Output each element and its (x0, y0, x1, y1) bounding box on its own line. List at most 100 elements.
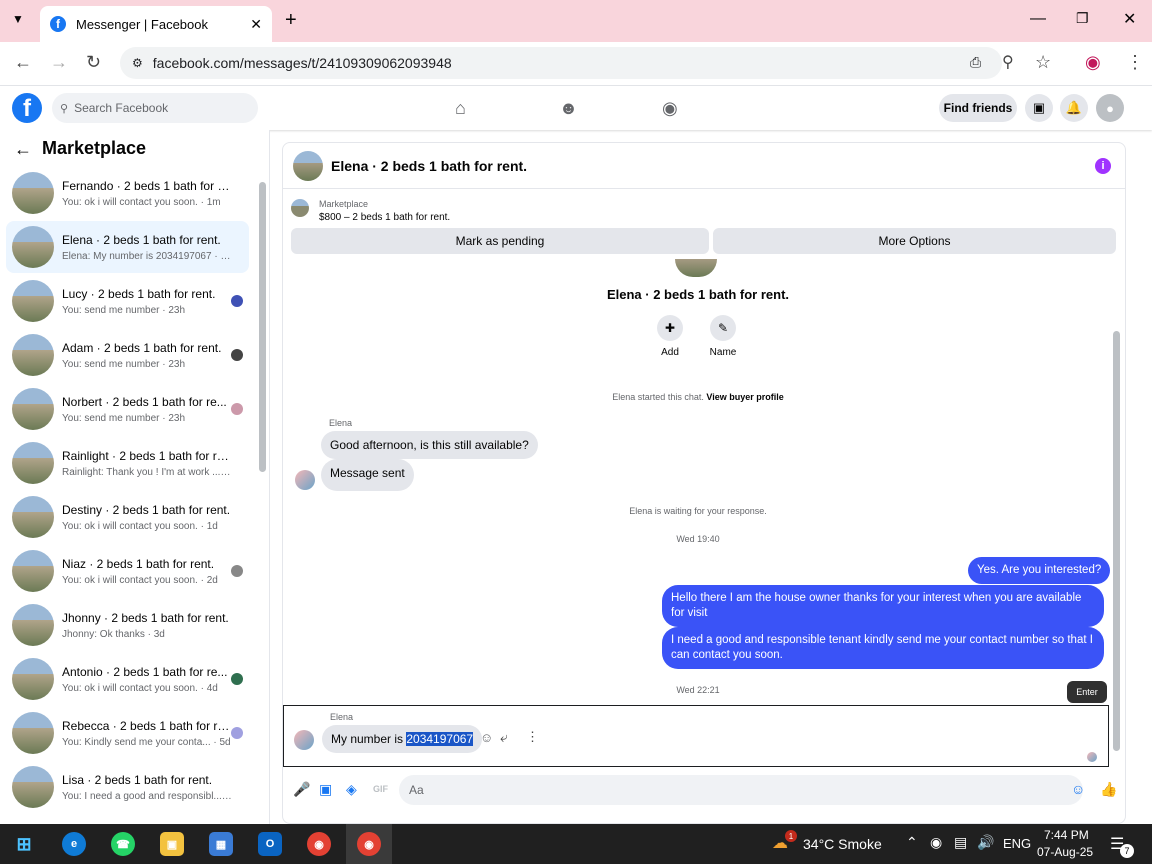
forward-arrow-icon[interactable]: → (50, 52, 68, 73)
find-friends-button[interactable]: Find friends (939, 94, 1017, 122)
restore-icon[interactable]: ❐ (1076, 10, 1089, 27)
install-app-icon[interactable]: ⎙ (970, 54, 981, 71)
facebook-logo-icon[interactable]: f (12, 93, 42, 123)
chrome-icon[interactable]: ◉ (307, 832, 331, 856)
address-bar[interactable]: ⚙ facebook.com/messages/t/24109309062093… (120, 47, 1002, 79)
notification-count-badge: 7 (1120, 844, 1134, 858)
chat-scrollbar[interactable] (1113, 331, 1120, 751)
conversation-text: Niaz · 2 beds 1 bath for rent. You: ok i … (62, 557, 232, 586)
file-explorer-icon[interactable]: ▣ (160, 832, 184, 856)
outgoing-message[interactable]: Hello there I am the house owner thanks … (662, 585, 1104, 627)
view-buyer-profile-link[interactable]: View buyer profile (706, 392, 783, 402)
conversation-name: Antonio · 2 beds 1 bath for re... (62, 664, 228, 679)
listing-title[interactable]: $800 – 2 beds 1 bath for rent. (319, 212, 450, 223)
browser-menu-icon[interactable]: ⋮ (1126, 52, 1144, 73)
chat-header: Elena · 2 beds 1 bath for rent. i (283, 143, 1125, 189)
conversation-item[interactable]: Adam · 2 beds 1 bath for rent. You: send … (6, 329, 249, 381)
info-icon[interactable]: i (1095, 158, 1111, 174)
conversation-item[interactable]: Lucy · 2 beds 1 bath for rent. You: send … (6, 275, 249, 327)
microphone-icon[interactable]: 🎤 (293, 781, 310, 798)
browser-tab-bar: ▼ f Messenger | Facebook ✕ + — ❐ ✕ (0, 0, 1152, 42)
show-hidden-icons-chevron[interactable]: ⌃ (906, 834, 918, 851)
windows-start-icon[interactable]: ⊞ (12, 832, 36, 856)
thumbs-up-icon[interactable]: 👍 (1100, 781, 1117, 798)
language-indicator[interactable]: ENG (1003, 836, 1031, 851)
back-arrow-icon[interactable]: ← (14, 52, 32, 73)
conversation-item[interactable]: Niaz · 2 beds 1 bath for rent. You: ok i … (6, 545, 249, 597)
conversation-item[interactable]: Antonio · 2 beds 1 bath for re... You: ok… (6, 653, 249, 705)
conversation-item[interactable]: Fernando · 2 beds 1 bath for rent. You: o… (6, 167, 249, 219)
outlook-icon[interactable]: O (258, 832, 282, 856)
minimize-icon[interactable]: — (1030, 10, 1046, 28)
conversation-name: Jhonny · 2 beds 1 bath for rent. (62, 610, 229, 625)
seen-avatar (231, 673, 243, 685)
sender-avatar (295, 470, 315, 490)
selected-phone-number[interactable]: 2034197067 (406, 732, 474, 746)
conversation-item[interactable]: Rebecca · 2 beds 1 bath for re... You: Ki… (6, 707, 249, 759)
volume-icon[interactable]: 🔊 (977, 834, 994, 851)
conversation-text: Rebecca · 2 beds 1 bath for re... You: Ki… (62, 719, 232, 748)
groups-icon[interactable]: ◉ (662, 98, 678, 119)
conversation-item[interactable]: Jhonny · 2 beds 1 bath for rent. Jhonny: … (6, 599, 249, 651)
conversation-item[interactable]: Norbert · 2 beds 1 bath for re... You: se… (6, 383, 249, 435)
tab-close-icon[interactable]: ✕ (250, 16, 262, 33)
outgoing-message[interactable]: Yes. Are you interested? (968, 557, 1111, 584)
conversation-item[interactable]: Destiny · 2 beds 1 bath for rent. You: ok… (6, 491, 249, 543)
weather-text[interactable]: 34°C Smoke (803, 836, 882, 852)
reload-icon[interactable]: ↻ (86, 52, 101, 73)
back-arrow-icon[interactable]: ← (14, 139, 32, 160)
react-emoji-icon[interactable]: ☺ (480, 730, 493, 745)
add-person-icon[interactable]: ✚ (657, 315, 683, 341)
location-icon[interactable]: ◉ (930, 834, 942, 851)
marketplace-sidebar: ← Marketplace Fernando · 2 beds 1 bath f… (0, 130, 270, 824)
network-icon[interactable]: ▤ (954, 834, 967, 851)
incoming-message[interactable]: Message sent (321, 459, 414, 491)
edit-pencil-icon[interactable]: ✎ (710, 315, 736, 341)
conversation-name: Niaz · 2 beds 1 bath for rent. (62, 556, 215, 571)
clock-date[interactable]: 07-Aug-25 (1037, 845, 1093, 859)
gif-icon[interactable]: GIF (373, 784, 388, 794)
photo-icon[interactable]: ▣ (319, 781, 332, 798)
tab-list-chevron-icon[interactable]: ▼ (12, 12, 24, 26)
incoming-message[interactable]: My number is 2034197067 (322, 725, 483, 753)
profile-icon[interactable]: ◉ (1085, 52, 1101, 73)
zoom-icon[interactable]: ⚲ (1002, 52, 1014, 72)
more-options-button[interactable]: More Options (713, 228, 1116, 254)
mark-as-pending-button[interactable]: Mark as pending (291, 228, 709, 254)
microsoft-store-icon[interactable]: ▦ (209, 832, 233, 856)
sticker-icon[interactable]: ◈ (346, 781, 357, 798)
window-close-icon[interactable]: ✕ (1123, 9, 1136, 29)
bookmark-star-icon[interactable]: ☆ (1035, 52, 1051, 73)
sidebar-scrollbar[interactable] (259, 182, 266, 472)
new-tab-plus-icon[interactable]: + (285, 9, 297, 32)
home-icon[interactable]: ⌂ (455, 98, 466, 119)
more-actions-icon[interactable]: ⋮ (526, 729, 539, 745)
message-input[interactable]: Aa (399, 775, 1083, 805)
conversation-avatar (12, 442, 54, 484)
conversation-preview: Rainlight: Thank you ! I'm at work ... ·… (62, 466, 232, 478)
browser-tab-messenger[interactable]: f Messenger | Facebook ✕ (40, 6, 272, 42)
chat-title[interactable]: Elena · 2 beds 1 bath for rent. (331, 158, 527, 174)
chat-avatar[interactable] (293, 150, 323, 181)
clock-time[interactable]: 7:44 PM (1044, 828, 1089, 842)
message-input-placeholder: Aa (409, 783, 424, 797)
conversation-item[interactable]: Lisa · 2 beds 1 bath for rent. You: I nee… (6, 761, 249, 813)
edge-icon[interactable]: e (62, 832, 86, 856)
conversation-item[interactable]: Rainlight · 2 beds 1 bath for rent. Rainl… (6, 437, 249, 489)
seen-avatar (231, 565, 243, 577)
timestamp: Wed 22:21 (676, 685, 720, 695)
notifications-bell-icon[interactable]: 🔔 (1060, 94, 1088, 122)
account-avatar[interactable]: ● (1096, 94, 1124, 122)
friends-icon[interactable]: ☻ (559, 98, 578, 119)
outgoing-message[interactable]: I need a good and responsible tenant kin… (662, 627, 1104, 669)
emoji-icon[interactable]: ☺ (1071, 781, 1085, 797)
conversation-item[interactable]: Elena · 2 beds 1 bath for rent. Elena: My… (6, 221, 249, 273)
search-input[interactable]: ⚲ Search Facebook (52, 93, 258, 123)
whatsapp-icon[interactable]: ☎ (111, 832, 135, 856)
incoming-message[interactable]: Good afternoon, is this still available? (321, 431, 538, 459)
conversation-preview: You: ok i will contact you soon. · 1m (62, 196, 221, 208)
chrome-active-icon[interactable]: ◉ (357, 832, 381, 856)
site-settings-icon[interactable]: ⚙ (132, 56, 143, 70)
reply-icon[interactable]: ⤶ (500, 729, 508, 746)
menu-grid-icon[interactable]: ▣ (1025, 94, 1053, 122)
